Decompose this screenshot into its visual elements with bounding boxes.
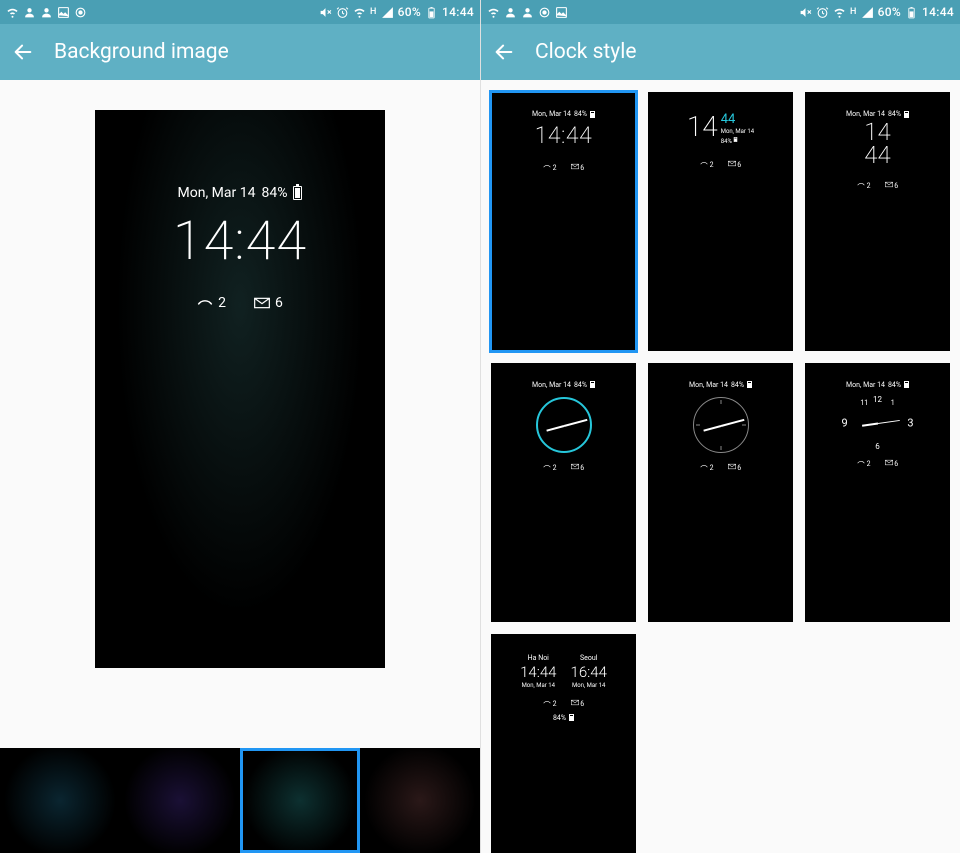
contact-icon [23,6,36,19]
wallpaper-option-1[interactable] [0,748,120,853]
messages: 6 [254,295,283,311]
page-title: Clock style [535,40,636,64]
title-bar: Clock style [481,24,960,80]
clock-style-analog-plain[interactable]: Mon, Mar 14 84% 2 6 [648,363,793,622]
battery-percent: 60% [398,5,421,19]
wallpaper-option-2[interactable] [120,748,240,853]
clock-style-dual-timezone[interactable]: Ha Noi 14:44 Mon, Mar 14 Seoul 16:44 Mon… [491,634,636,853]
mute-icon [319,6,332,19]
contact-icon-2 [40,6,53,19]
clock-style-digital-stacked[interactable]: Mon, Mar 14 84% 14 44 2 6 [805,92,950,351]
status-time: 14:44 [442,5,474,19]
page-title: Background image [54,40,229,64]
gallery-icon [555,6,568,19]
clock-style-digital-basic[interactable]: Mon, Mar 14 84% 14:44 2 6 [491,92,636,351]
preview-battery: 84% [261,185,287,201]
clock-style-grid: Mon, Mar 14 84% 14:44 2 6 14 [491,92,950,853]
wifi-icon-2 [833,6,846,19]
battery-icon [293,186,302,200]
signal-icon [381,6,394,19]
alarm-icon [336,6,349,19]
mute-icon [799,6,812,19]
date-2: Mon, Mar 14 [571,682,607,689]
clock-style-analog-numbers[interactable]: Mon, Mar 14 84% 12 3 6 9 11 1 [805,363,950,622]
gallery-icon [57,6,70,19]
clock-time: 14:44 [491,122,636,149]
battery-icon [747,381,752,388]
wifi-icon [487,6,500,19]
time-2: 16:44 [571,663,607,681]
battery-icon [905,6,918,19]
status-time: 14:44 [922,5,954,19]
battery-percent: 60% [878,5,901,19]
missed-calls: 2 [197,295,226,311]
signal-icon [861,6,874,19]
clock-minute: 44 [721,113,754,126]
city-1: Ha Noi [520,654,556,662]
contact-icon-2 [521,6,534,19]
status-bar: H 60% 14:44 [0,0,480,24]
wifi-icon [6,6,19,19]
screen-background-image: H 60% 14:44 Background image Mon, Mar 14… [0,0,480,853]
analog-clock-face: 12 3 6 9 11 1 [845,395,911,451]
network-type: H [850,8,857,17]
preview-date: Mon, Mar 14 [178,185,256,201]
time-1: 14:44 [520,663,556,681]
clock-style-digital-color[interactable]: 14 44 Mon, Mar 14 84% 2 6 [648,92,793,351]
messages: 6 [571,163,585,172]
target-icon [74,6,87,19]
battery-icon [734,137,738,142]
wallpaper-preview: Mon, Mar 14 84% 14:44 2 6 [95,110,385,668]
wallpaper-option-4[interactable] [360,748,480,853]
target-icon [538,6,551,19]
preview-time: 14:44 [95,210,385,273]
battery-icon [590,111,595,118]
battery-icon [904,111,909,118]
battery-icon [590,381,595,388]
battery-icon [569,714,574,721]
clock-minute: 44 [805,144,950,167]
title-bar: Background image [0,24,480,80]
battery-icon [425,6,438,19]
wallpaper-thumbnails [0,748,480,853]
analog-clock-face [536,397,592,453]
screen-clock-style: H 60% 14:44 Clock style Mon, Mar 14 84% [480,0,960,853]
clock-hour: 14 [687,113,718,141]
battery-icon [904,381,909,388]
wallpaper-option-3[interactable] [240,748,360,853]
alarm-icon [816,6,829,19]
city-2: Seoul [571,654,607,662]
clock-style-analog-ring[interactable]: Mon, Mar 14 84% 2 6 [491,363,636,622]
contact-icon [504,6,517,19]
back-button[interactable] [493,41,515,63]
date-1: Mon, Mar 14 [520,682,556,689]
network-type: H [370,8,377,17]
analog-clock-face [693,397,749,453]
preview-area: Mon, Mar 14 84% 14:44 2 6 [0,80,480,748]
back-button[interactable] [12,41,34,63]
wifi-icon-2 [353,6,366,19]
missed-calls: 2 [543,163,557,172]
status-bar: H 60% 14:44 [481,0,960,24]
